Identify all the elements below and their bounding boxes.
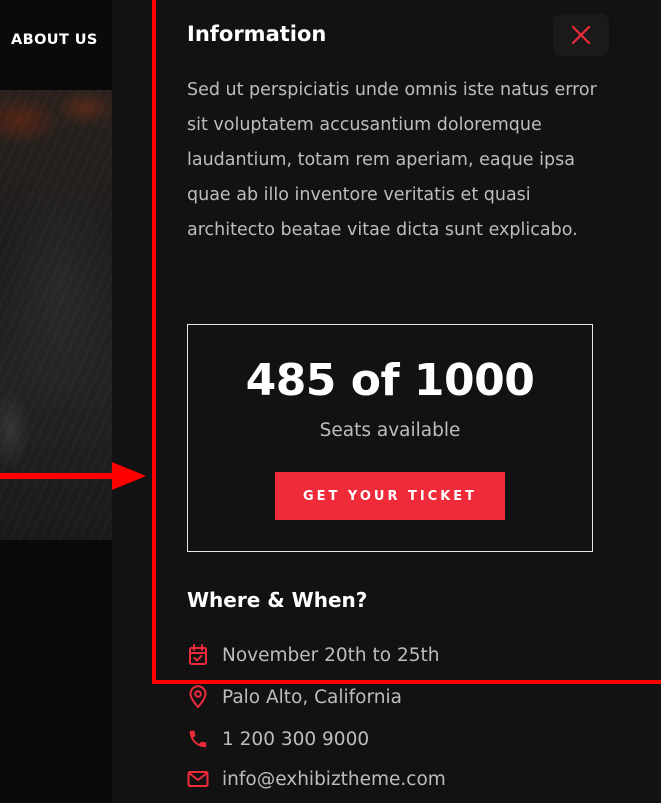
phone-item[interactable]: 1 200 300 9000	[187, 725, 369, 753]
envelope-icon	[187, 768, 209, 790]
date-item: November 20th to 25th	[187, 641, 440, 669]
get-ticket-button[interactable]: GET YOUR TICKET	[275, 472, 505, 520]
email-item[interactable]: info@exhibiztheme.com	[187, 765, 446, 793]
close-button[interactable]	[553, 14, 609, 56]
panel-description: Sed ut perspiciatis unde omnis iste natu…	[187, 80, 597, 240]
panel-title: Information	[187, 22, 327, 46]
nav-link-about-us[interactable]: ABOUT US	[11, 32, 98, 48]
map-pin-icon	[187, 685, 209, 708]
hero-image	[0, 90, 112, 540]
phone-text: 1 200 300 9000	[222, 728, 370, 750]
seats-label: Seats available	[319, 420, 461, 441]
date-text: November 20th to 25th	[222, 644, 440, 666]
location-text: Palo Alto, California	[222, 686, 402, 708]
phone-icon	[187, 728, 209, 750]
email-text: info@exhibiztheme.com	[222, 768, 446, 790]
close-icon	[571, 25, 591, 45]
seats-count: 485 of 1000	[245, 355, 535, 406]
location-item: Palo Alto, California	[187, 683, 402, 711]
seats-box: 485 of 1000 Seats available GET YOUR TIC…	[187, 324, 593, 552]
calendar-check-icon	[187, 644, 209, 666]
where-when-title: Where & When?	[187, 588, 368, 612]
background-page: ABOUT US	[0, 0, 112, 803]
